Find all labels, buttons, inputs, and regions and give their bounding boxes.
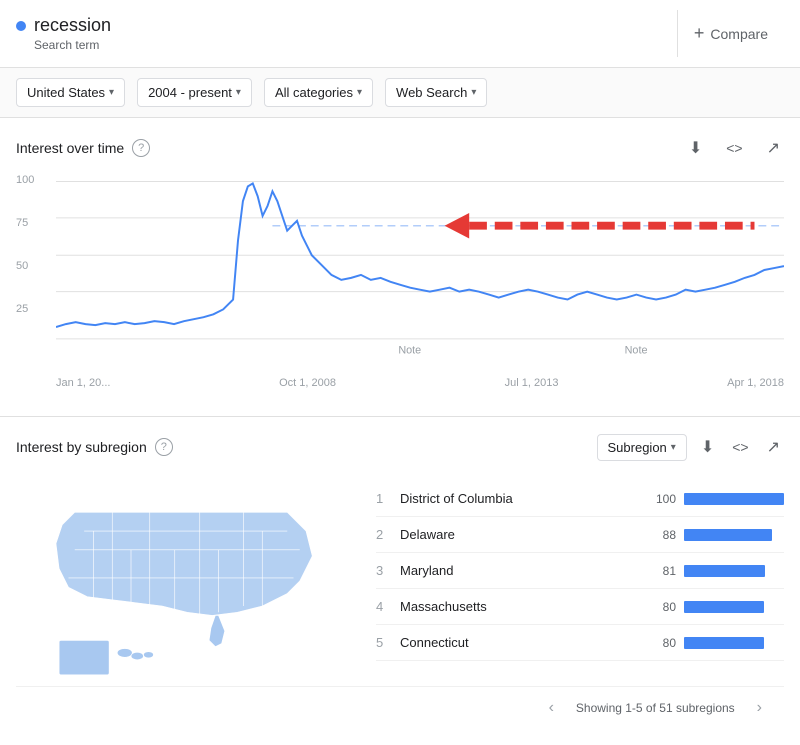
- embed-subregion-icon[interactable]: <>: [728, 435, 752, 459]
- chevron-down-icon: ▾: [109, 87, 114, 98]
- rank-name-5: Connecticut: [400, 635, 640, 650]
- rank-number-4: 4: [376, 599, 400, 614]
- rank-bar-4: [684, 601, 764, 613]
- x-axis-labels: Jan 1, 20... Oct 1, 2008 Jul 1, 2013 Apr…: [56, 377, 784, 389]
- info-icon[interactable]: ?: [132, 139, 150, 157]
- subregion-content: 1 District of Columbia 100 2 Delaware 88…: [16, 481, 784, 686]
- rank-number-5: 5: [376, 635, 400, 650]
- rank-name-2: Delaware: [400, 527, 640, 542]
- rank-bar-2: [684, 529, 772, 541]
- rank-bar-container-3: [684, 565, 784, 577]
- compare-plus-icon: +: [694, 23, 705, 44]
- pagination-text: Showing 1-5 of 51 subregions: [576, 701, 735, 715]
- download-subregion-icon[interactable]: ⬇: [697, 433, 718, 461]
- share-icon[interactable]: ↗: [763, 134, 784, 162]
- us-map-svg: [16, 481, 346, 681]
- rank-score-3: 81: [640, 564, 676, 578]
- svg-text:Note: Note: [625, 345, 648, 357]
- x-label-2008: Oct 1, 2008: [279, 377, 336, 389]
- x-label-2018: Apr 1, 2018: [727, 377, 784, 389]
- header: recession Search term + Compare: [0, 0, 800, 68]
- chevron-down-icon: ▾: [236, 87, 241, 98]
- compare-button[interactable]: + Compare: [677, 10, 784, 57]
- rank-score-1: 100: [640, 492, 676, 506]
- interest-over-time-title: Interest over time: [16, 140, 124, 156]
- y-axis-labels: 100 75 50 25: [16, 170, 34, 350]
- subregion-title: Interest by subregion: [16, 439, 147, 455]
- rank-bar-container-4: [684, 601, 784, 613]
- interest-over-time-section: Interest over time ? ⬇ <> ↗ 100 75 50 25: [0, 118, 800, 417]
- subregion-section-header: Interest by subregion ? Subregion ▾ ⬇ <>…: [16, 433, 784, 461]
- ranking-row-5: 5 Connecticut 80: [376, 625, 784, 661]
- rank-bar-container-2: [684, 529, 784, 541]
- pagination-bar: ‹ Showing 1-5 of 51 subregions ›: [16, 686, 784, 729]
- rank-score-4: 80: [640, 600, 676, 614]
- embed-icon[interactable]: <>: [722, 136, 746, 160]
- search-term-block: recession Search term: [16, 15, 111, 52]
- section-action-icons: ⬇ <> ↗: [685, 134, 784, 162]
- page-arrow-prev[interactable]: ‹: [543, 697, 560, 719]
- svg-text:Note: Note: [398, 345, 421, 357]
- subregion-label: Subregion: [608, 440, 667, 455]
- rank-bar-container-5: [684, 637, 784, 649]
- search-term-subtext: Search term: [34, 38, 111, 52]
- filters-bar: United States ▾ 2004 - present ▾ All cat…: [0, 68, 800, 118]
- y-label-75: 75: [16, 217, 34, 229]
- filter-search-type-label: Web Search: [396, 85, 467, 100]
- subregion-dropdown[interactable]: Subregion ▾: [597, 434, 687, 461]
- filter-time-label: 2004 - present: [148, 85, 232, 100]
- x-label-2013: Jul 1, 2013: [505, 377, 559, 389]
- chart-svg: Note Note: [56, 170, 784, 370]
- rank-name-3: Maryland: [400, 563, 640, 578]
- rank-bar-5: [684, 637, 764, 649]
- subregion-action-icons: Subregion ▾ ⬇ <> ↗: [597, 433, 784, 461]
- ranking-row-1: 1 District of Columbia 100: [376, 481, 784, 517]
- rank-number-3: 3: [376, 563, 400, 578]
- us-map-area: [16, 481, 356, 686]
- chevron-down-icon: ▾: [671, 442, 676, 453]
- filter-time[interactable]: 2004 - present ▾: [137, 78, 252, 107]
- download-icon[interactable]: ⬇: [685, 134, 706, 162]
- ranking-row-3: 3 Maryland 81: [376, 553, 784, 589]
- rank-score-2: 88: [640, 528, 676, 542]
- interest-by-subregion-section: Interest by subregion ? Subregion ▾ ⬇ <>…: [0, 417, 800, 745]
- search-term-text: recession: [34, 15, 111, 36]
- page-arrow-next[interactable]: ›: [751, 697, 768, 719]
- rank-number-2: 2: [376, 527, 400, 542]
- chevron-down-icon: ▾: [357, 87, 362, 98]
- rank-number-1: 1: [376, 491, 400, 506]
- y-label-100: 100: [16, 174, 34, 186]
- interest-over-time-chart: 100 75 50 25 Note Note: [16, 170, 784, 400]
- rank-bar-3: [684, 565, 765, 577]
- filter-region-label: United States: [27, 85, 105, 100]
- rankings-list: 1 District of Columbia 100 2 Delaware 88…: [376, 481, 784, 686]
- rank-score-5: 80: [640, 636, 676, 650]
- rank-bar-container-1: [684, 493, 784, 505]
- share-subregion-icon[interactable]: ↗: [763, 433, 784, 461]
- compare-label: Compare: [710, 26, 768, 42]
- y-label-50: 50: [16, 260, 34, 272]
- search-term-title: recession: [16, 15, 111, 36]
- x-label-2004: Jan 1, 20...: [56, 377, 110, 389]
- rank-bar-1: [684, 493, 784, 505]
- filter-category-label: All categories: [275, 85, 353, 100]
- filter-search-type[interactable]: Web Search ▾: [385, 78, 487, 107]
- rank-name-4: Massachusetts: [400, 599, 640, 614]
- section-header-interest: Interest over time ? ⬇ <> ↗: [16, 134, 784, 162]
- ranking-row-2: 2 Delaware 88: [376, 517, 784, 553]
- filter-category[interactable]: All categories ▾: [264, 78, 373, 107]
- chevron-down-icon: ▾: [471, 87, 476, 98]
- y-label-25: 25: [16, 303, 34, 315]
- rank-name-1: District of Columbia: [400, 491, 640, 506]
- filter-region[interactable]: United States ▾: [16, 78, 125, 107]
- subregion-info-icon[interactable]: ?: [155, 438, 173, 456]
- search-dot-icon: [16, 21, 26, 31]
- ranking-row-4: 4 Massachusetts 80: [376, 589, 784, 625]
